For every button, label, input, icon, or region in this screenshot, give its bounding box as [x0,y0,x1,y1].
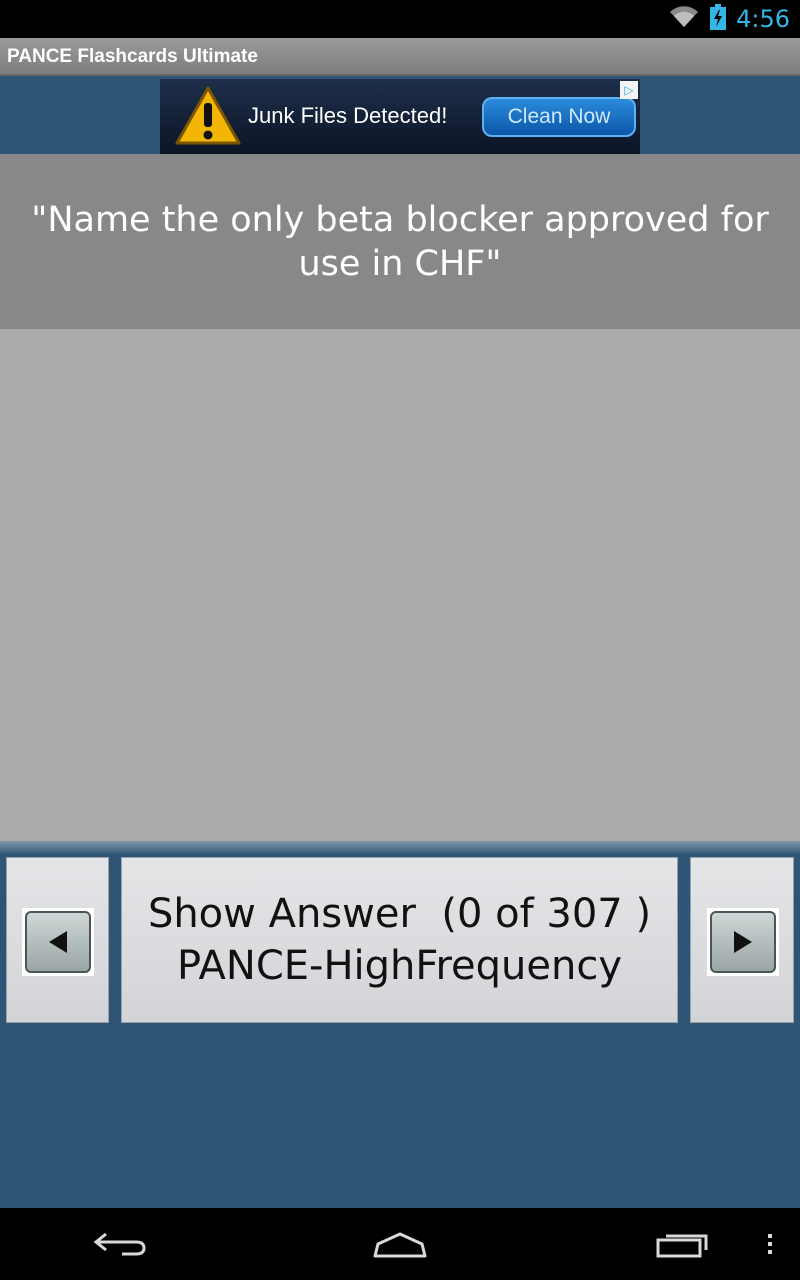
clean-now-button[interactable]: Clean Now [482,97,636,137]
previous-card-button[interactable] [6,857,109,1023]
home-icon[interactable] [370,1228,430,1264]
show-answer-label: Show Answer (0 of 307 ) [147,891,652,937]
deck-name: PANCE-HighFrequency [176,943,623,989]
arrow-right-icon [710,911,776,973]
title-bar: PANCE Flashcards Ultimate [0,38,800,76]
next-card-button[interactable] [690,857,794,1023]
recent-apps-icon[interactable] [654,1228,710,1264]
show-answer-button[interactable]: Show Answer (0 of 307 ) PANCE-HighFreque… [121,857,678,1023]
overflow-menu-icon[interactable] [764,1228,776,1264]
status-icons: 4:56 [668,0,790,38]
question-text: "Name the only beta blocker approved for… [31,199,769,284]
clock: 4:56 [736,5,790,33]
ad-choices-icon[interactable]: ▷ [620,81,638,99]
answer-area[interactable] [0,329,800,841]
app-title: PANCE Flashcards Ultimate [7,46,258,67]
ad-text: Junk Files Detected! [248,103,448,128]
warning-icon [174,85,242,147]
divider-shadow [0,841,800,855]
system-nav-bar [0,1208,800,1280]
battery-charging-icon [710,4,727,34]
status-bar: 4:56 [0,0,800,38]
arrow-left-icon [25,911,91,973]
ad-banner[interactable]: Junk Files Detected! Clean Now ▷ [160,79,640,154]
back-icon[interactable] [92,1228,148,1264]
question-panel: "Name the only beta blocker approved for… [0,154,800,329]
arrow-left-frame [22,908,94,976]
wifi-icon [668,5,700,33]
arrow-right-frame [707,908,779,976]
